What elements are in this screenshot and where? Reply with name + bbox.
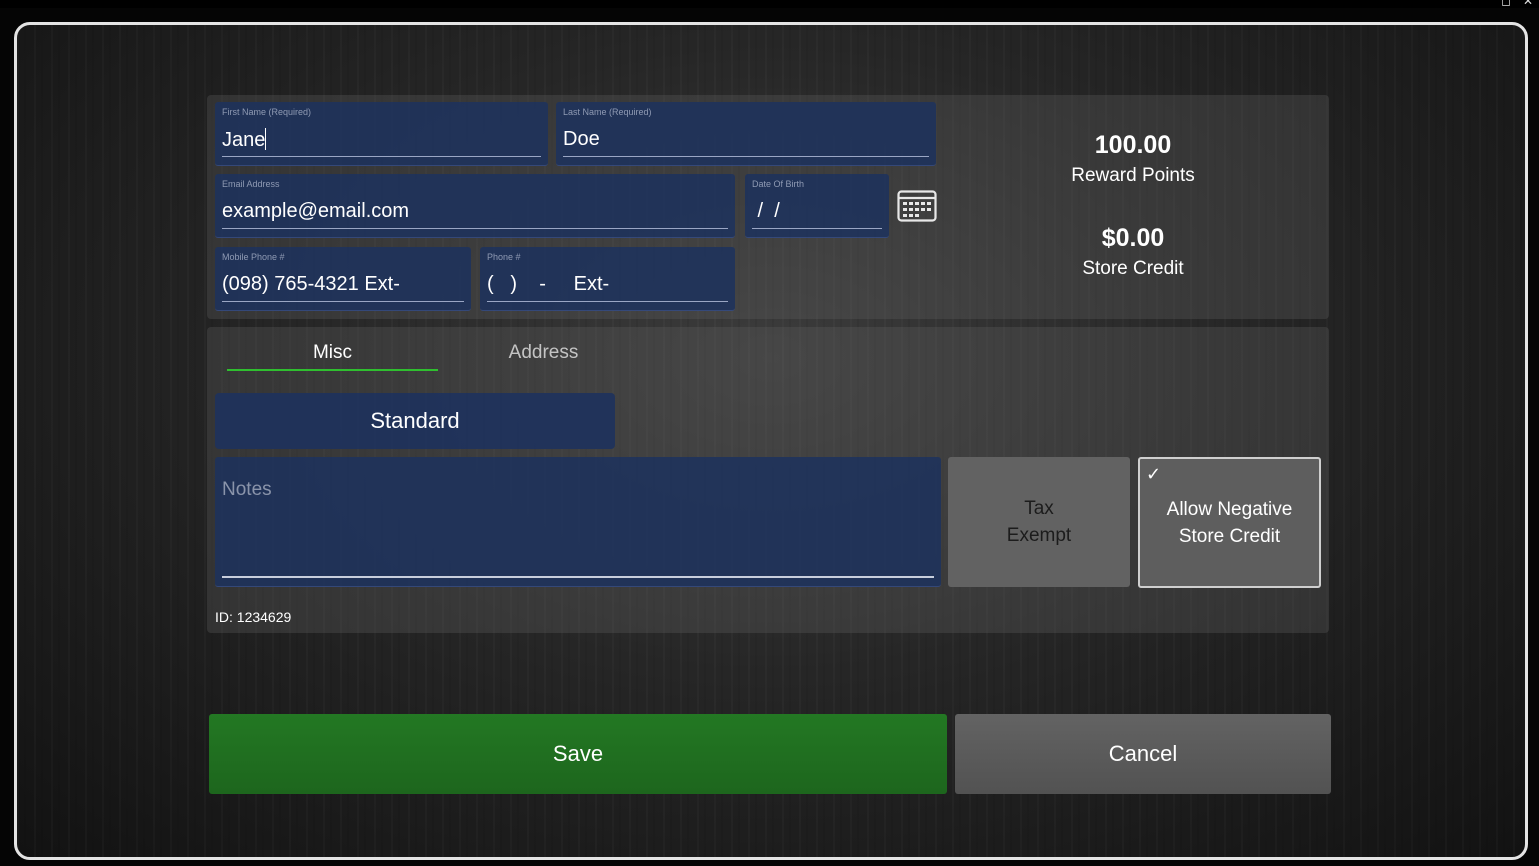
tab-address[interactable]: Address bbox=[438, 342, 649, 364]
first-name-value: Jane bbox=[222, 128, 267, 152]
tax-exempt-toggle[interactable]: Tax Exempt bbox=[948, 457, 1130, 587]
phone-label: Phone # bbox=[487, 252, 521, 262]
customer-dialog: First Name (Required) Jane Last Name (Re… bbox=[14, 22, 1528, 860]
notes-placeholder: Notes bbox=[222, 479, 272, 500]
window-controls: ◻ ✕ bbox=[1493, 0, 1533, 8]
tax-exempt-label-line1: Tax bbox=[1024, 498, 1054, 519]
cancel-button[interactable]: Cancel bbox=[955, 714, 1331, 794]
tab-misc[interactable]: Misc bbox=[227, 342, 438, 364]
save-button[interactable]: Save bbox=[209, 714, 947, 794]
allow-negative-label-line1: Allow Negative bbox=[1166, 498, 1293, 520]
mobile-phone-underline bbox=[222, 301, 464, 302]
first-name-text: Jane bbox=[222, 129, 266, 151]
first-name-field[interactable]: First Name (Required) Jane bbox=[215, 102, 548, 166]
mobile-phone-label: Mobile Phone # bbox=[222, 252, 285, 262]
allow-negative-store-credit-toggle[interactable]: ✓ Allow Negative Store Credit bbox=[1138, 457, 1321, 588]
last-name-underline bbox=[563, 156, 929, 157]
dob-field[interactable]: Date Of Birth / / bbox=[745, 174, 889, 238]
reward-points-label: Reward Points bbox=[1071, 165, 1195, 186]
text-caret bbox=[265, 128, 267, 150]
mobile-phone-field[interactable]: Mobile Phone # (098) 765-4321 Ext- bbox=[215, 247, 471, 311]
first-name-underline bbox=[222, 156, 541, 157]
first-name-label: First Name (Required) bbox=[222, 107, 312, 117]
tab-misc-underline bbox=[227, 369, 438, 371]
phone-underline bbox=[487, 301, 728, 302]
notes-field[interactable]: Notes bbox=[215, 457, 941, 587]
email-value: example@email.com bbox=[222, 200, 410, 222]
email-underline bbox=[222, 228, 728, 229]
check-icon: ✓ bbox=[1146, 464, 1162, 485]
close-icon[interactable]: ✕ bbox=[1523, 0, 1533, 8]
notes-underline bbox=[222, 576, 934, 578]
calendar-icon[interactable] bbox=[897, 189, 937, 223]
tax-exempt-label-line2: Exempt bbox=[1006, 525, 1072, 546]
allow-negative-label-line2: Store Credit bbox=[1178, 525, 1281, 547]
customer-id: ID: 1234629 bbox=[215, 609, 292, 625]
mobile-phone-value: (098) 765-4321 Ext- bbox=[222, 273, 400, 295]
top-strip bbox=[0, 0, 1539, 8]
dob-value: / / bbox=[752, 200, 780, 222]
dob-label: Date Of Birth bbox=[752, 179, 805, 189]
last-name-field[interactable]: Last Name (Required) Doe bbox=[556, 102, 936, 166]
store-credit-label: Store Credit bbox=[1082, 258, 1184, 279]
phone-value: ( ) - Ext- bbox=[487, 273, 610, 295]
phone-field[interactable]: Phone # ( ) - Ext- bbox=[480, 247, 735, 311]
email-label: Email Address bbox=[222, 179, 280, 189]
customer-type-button[interactable]: Standard bbox=[215, 393, 615, 449]
store-credit-value: $0.00 bbox=[1101, 224, 1165, 252]
dob-underline bbox=[752, 228, 882, 229]
last-name-value: Doe bbox=[563, 128, 600, 150]
last-name-label: Last Name (Required) bbox=[563, 107, 652, 117]
email-field[interactable]: Email Address example@email.com bbox=[215, 174, 735, 238]
restore-icon[interactable]: ◻ bbox=[1501, 0, 1511, 8]
reward-points-value: 100.00 bbox=[1094, 131, 1172, 159]
